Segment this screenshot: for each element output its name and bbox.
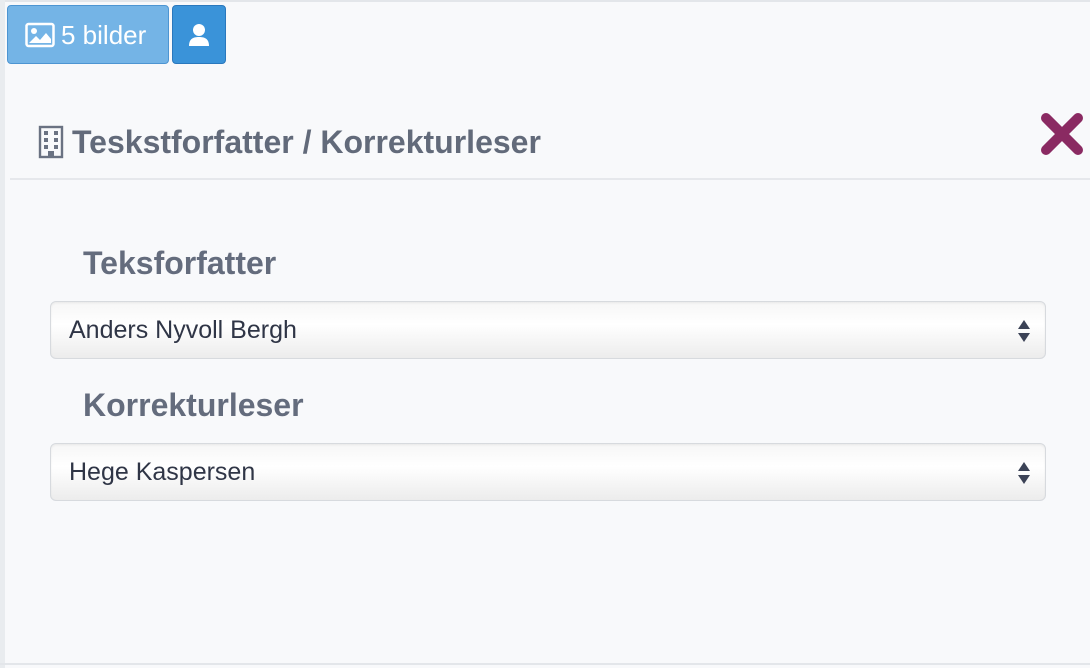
user-icon	[188, 23, 210, 47]
building-icon	[38, 125, 64, 159]
close-button[interactable]	[1038, 110, 1086, 158]
select-arrows-icon	[1017, 319, 1031, 343]
top-border	[0, 0, 1090, 2]
header-divider	[10, 178, 1090, 180]
select-arrows-icon	[1017, 461, 1031, 485]
panel-title: Teskstforfatter / Korrekturleser	[72, 124, 541, 160]
text-author-select[interactable]: Anders Nyvoll Bergh	[50, 301, 1046, 359]
proofreader-select[interactable]: Hege Kaspersen	[50, 443, 1046, 501]
proofreader-value: Hege Kaspersen	[69, 457, 256, 486]
proofreader-label: Korrekturleser	[83, 387, 304, 423]
image-icon	[25, 22, 55, 48]
close-icon	[1038, 113, 1086, 162]
images-button-label: 5 bilder	[61, 19, 147, 50]
text-author-value: Anders Nyvoll Bergh	[69, 315, 297, 344]
left-border	[0, 0, 5, 668]
bottom-border	[0, 663, 1090, 665]
images-button[interactable]: 5 bilder	[7, 5, 169, 64]
user-button[interactable]	[172, 5, 226, 64]
text-author-label: Teksforfatter	[83, 245, 277, 281]
panel-header: Teskstforfatter / Korrekturleser	[38, 122, 541, 162]
